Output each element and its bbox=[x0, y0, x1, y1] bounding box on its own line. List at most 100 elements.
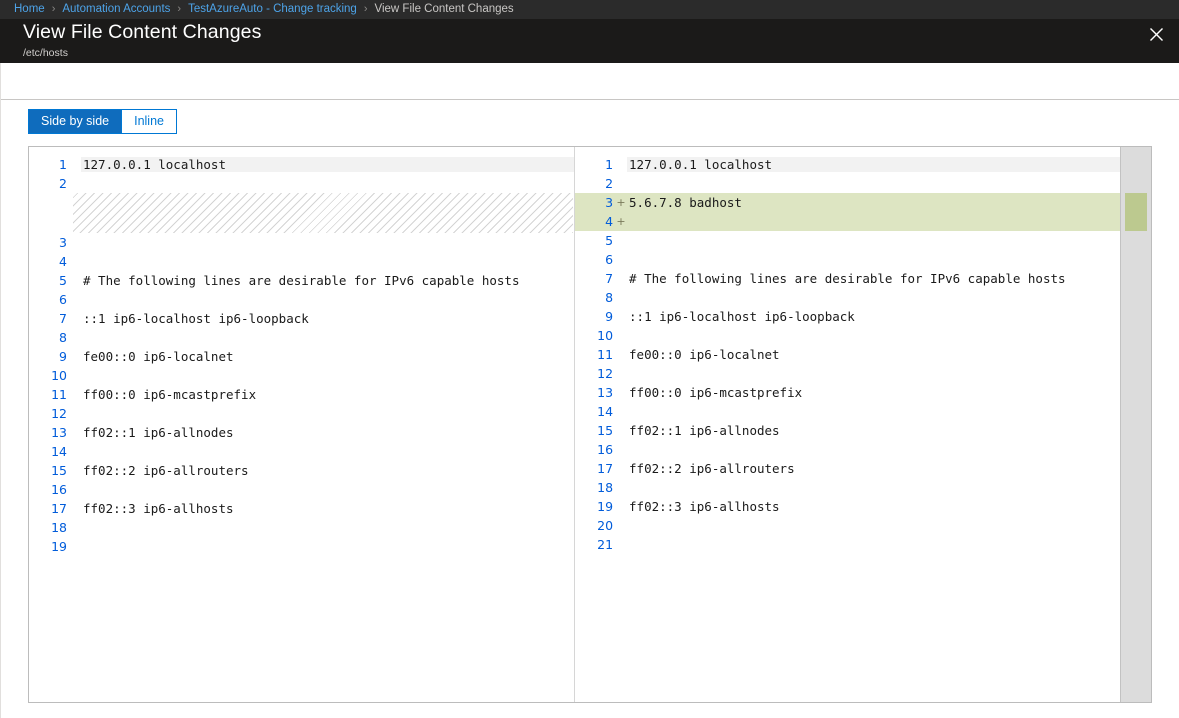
breadcrumb-item-2[interactable]: Automation Accounts bbox=[62, 0, 170, 19]
line-number: 9 bbox=[29, 349, 69, 364]
line-number: 15 bbox=[29, 463, 69, 478]
code-line: 13ff02::1 ip6-allnodes bbox=[29, 423, 574, 442]
code-line: 9 fe00::0 ip6-localnet bbox=[29, 347, 574, 366]
page-title: View File Content Changes bbox=[23, 20, 261, 44]
breadcrumb-separator: › bbox=[177, 0, 181, 19]
code-line: 6 bbox=[575, 250, 1120, 269]
line-text: 127.0.0.1 localhost bbox=[627, 157, 1120, 172]
line-number: 15 bbox=[575, 423, 615, 438]
line-number: 17 bbox=[575, 461, 615, 476]
line-text: ff02::2 ip6-allrouters bbox=[627, 461, 1120, 476]
line-number: 8 bbox=[29, 330, 69, 345]
page-subtitle-file-path: /etc/hosts bbox=[23, 46, 261, 60]
close-button[interactable] bbox=[1137, 17, 1175, 51]
code-line: 10 bbox=[29, 366, 574, 385]
line-number: 16 bbox=[29, 482, 69, 497]
line-number: 20 bbox=[575, 518, 615, 533]
code-line: 4 bbox=[29, 252, 574, 271]
line-number: 14 bbox=[29, 444, 69, 459]
close-icon bbox=[1149, 27, 1164, 42]
line-number: 14 bbox=[575, 404, 615, 419]
line-number: 10 bbox=[29, 368, 69, 383]
code-line: 5 # The following lines are desirable for… bbox=[29, 271, 574, 290]
line-number: 12 bbox=[575, 366, 615, 381]
code-line: 15 ff02::2 ip6-allrouters bbox=[29, 461, 574, 480]
code-line: 2 bbox=[575, 174, 1120, 193]
code-line: 17 ff02::3 ip6-allhosts bbox=[29, 499, 574, 518]
diff-marker: + bbox=[615, 215, 627, 228]
line-number: 9 bbox=[575, 309, 615, 324]
line-number: 10 bbox=[575, 328, 615, 343]
code-line: 4+ bbox=[575, 212, 1120, 231]
missing-lines-placeholder bbox=[73, 193, 573, 233]
line-text: 5.6.7.8 badhost bbox=[627, 195, 1120, 210]
code-line: 16 bbox=[29, 480, 574, 499]
original-file-pane[interactable]: 1 127.0.0.1 localhost 2 3 4 5 # The following … bbox=[29, 147, 575, 702]
line-number: 18 bbox=[575, 480, 615, 495]
line-number: 8 bbox=[575, 290, 615, 305]
code-line: 14 bbox=[29, 442, 574, 461]
breadcrumb: Home › Automation Accounts › TestAzureAuto -… bbox=[0, 0, 1179, 19]
line-number: 1 bbox=[575, 157, 615, 172]
line-text: ::1 ip6-localhost ip6-loopback bbox=[627, 309, 1120, 324]
code-line: 5 bbox=[575, 231, 1120, 250]
content-divider bbox=[1, 99, 1179, 100]
breadcrumb-item-3[interactable]: TestAzureAuto - Change tracking bbox=[188, 0, 357, 19]
code-line: 3+5.6.7.8 badhost bbox=[575, 193, 1120, 212]
code-line: 18 bbox=[575, 478, 1120, 497]
tab-inline[interactable]: Inline bbox=[121, 110, 176, 133]
breadcrumb-item-1[interactable]: Home bbox=[14, 0, 45, 19]
code-line: 7 # The following lines are desirable for… bbox=[575, 269, 1120, 288]
line-number: 6 bbox=[575, 252, 615, 267]
breadcrumb-separator: › bbox=[364, 0, 368, 19]
line-number: 7 bbox=[29, 311, 69, 326]
code-line: 12 bbox=[29, 404, 574, 423]
line-text: ff02::2 ip6-allrouters bbox=[81, 463, 574, 478]
line-text: fe00::0 ip6-localnet bbox=[81, 349, 574, 364]
code-line: 15ff02::1 ip6-allnodes bbox=[575, 421, 1120, 440]
code-line: 16 bbox=[575, 440, 1120, 459]
line-number: 2 bbox=[575, 176, 615, 191]
line-text: # The following lines are desirable for … bbox=[81, 273, 574, 288]
line-number: 18 bbox=[29, 520, 69, 535]
code-line: 20 bbox=[575, 516, 1120, 535]
code-line: 10 bbox=[575, 326, 1120, 345]
line-number: 19 bbox=[575, 499, 615, 514]
line-number: 19 bbox=[29, 539, 69, 554]
change-marker[interactable] bbox=[1125, 193, 1147, 231]
code-line: 12 bbox=[575, 364, 1120, 383]
line-number: 4 bbox=[29, 254, 69, 269]
code-line: 2 bbox=[29, 174, 574, 193]
view-mode-toggle: Side by sideInline bbox=[28, 109, 177, 134]
line-number: 3 bbox=[575, 195, 615, 210]
line-number: 16 bbox=[575, 442, 615, 457]
line-number: 1 bbox=[29, 157, 69, 172]
code-line: 21 bbox=[575, 535, 1120, 554]
line-text: 127.0.0.1 localhost bbox=[81, 157, 574, 172]
line-number: 12 bbox=[29, 406, 69, 421]
code-line: 17 ff02::2 ip6-allrouters bbox=[575, 459, 1120, 478]
code-line: 7::1 ip6-localhost ip6-loopback bbox=[29, 309, 574, 328]
line-text: # The following lines are desirable for … bbox=[627, 271, 1120, 286]
line-number: 11 bbox=[29, 387, 69, 402]
line-text: ff00::0 ip6-mcastprefix bbox=[81, 387, 574, 402]
line-number: 17 bbox=[29, 501, 69, 516]
code-line: 9::1 ip6-localhost ip6-loopback bbox=[575, 307, 1120, 326]
line-text: ff02::3 ip6-allhosts bbox=[81, 501, 574, 516]
changed-file-pane[interactable]: 1127.0.0.1 localhost23+5.6.7.8 badhost4+… bbox=[575, 147, 1120, 702]
blade-header: Home › Automation Accounts › TestAzureAuto -… bbox=[0, 0, 1179, 63]
line-number: 5 bbox=[575, 233, 615, 248]
line-number: 5 bbox=[29, 273, 69, 288]
breadcrumb-separator: › bbox=[52, 0, 56, 19]
tab-side-by-side[interactable]: Side by side bbox=[29, 110, 121, 133]
line-number: 7 bbox=[575, 271, 615, 286]
diff-marker: + bbox=[615, 196, 627, 209]
code-line: 6 bbox=[29, 290, 574, 309]
line-number: 3 bbox=[29, 235, 69, 250]
line-text: ::1 ip6-localhost ip6-loopback bbox=[81, 311, 574, 326]
line-number: 21 bbox=[575, 537, 615, 552]
diff-scrollbar[interactable] bbox=[1120, 147, 1151, 702]
line-number: 13 bbox=[575, 385, 615, 400]
blade-content: Side by sideInline 1127.0.0.1 localhost2… bbox=[0, 63, 1179, 718]
line-text: ff02::3 ip6-allhosts bbox=[627, 499, 1120, 514]
